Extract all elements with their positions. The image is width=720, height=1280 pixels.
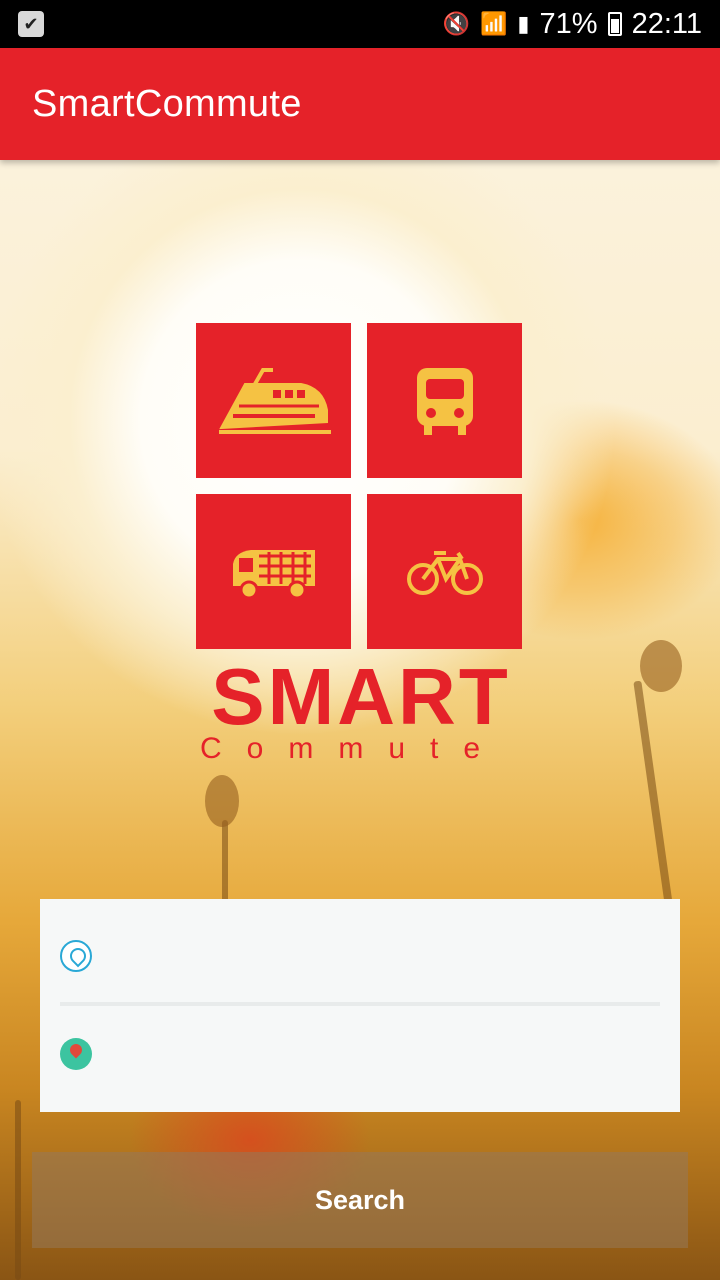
destination-input[interactable] [112,1022,660,1086]
bicycle-icon [406,550,483,595]
notification-check-icon: ✔ [18,11,44,37]
logo-tile-train [196,323,351,478]
mute-icon: 🔇 [442,11,471,36]
app-bar: SmartCommute [0,48,720,160]
origin-location-icon [60,940,92,972]
logo-tile-tram [196,494,351,649]
tram-icon [232,549,315,599]
wifi-icon: 📶 [480,11,508,36]
background-pod [640,640,682,692]
logo-tile-bus [367,323,522,478]
logo-tile-bicycle [367,494,522,649]
train-icon [218,367,331,434]
logo-smart-text: SMART [211,652,511,741]
battery-percent: 71% [539,7,598,40]
logo-commute-text: Commute [200,732,506,765]
status-bar: ✔ 🔇 📶 ▮ 71% 22:11 [0,0,720,48]
background-pod [205,775,239,827]
app-logo: SMART Commute [196,323,526,768]
field-divider [60,1002,660,1006]
background-stem [15,1100,21,1280]
destination-pin-icon [60,1038,92,1070]
origin-input[interactable] [112,924,660,988]
destination-field[interactable] [60,1022,660,1086]
clock: 22:11 [631,7,702,40]
bus-icon [416,367,473,435]
app-title: SmartCommute [32,82,302,125]
signal-icon: ▮ [517,11,530,36]
battery-icon [607,12,622,36]
search-button[interactable]: Search [32,1152,688,1248]
origin-field[interactable] [60,924,660,988]
